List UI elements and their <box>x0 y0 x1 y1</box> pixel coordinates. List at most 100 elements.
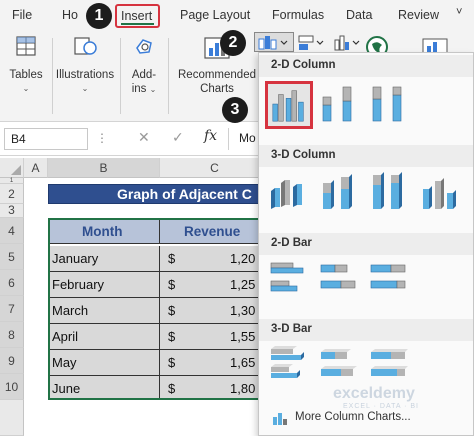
100-stacked-bar-icon <box>370 264 406 289</box>
tab-insert[interactable]: Insert <box>115 4 160 28</box>
addins-label-2-text: ins <box>131 83 147 95</box>
currency-symbol: $ <box>168 277 176 292</box>
insert-column-chart-button[interactable] <box>254 32 294 52</box>
tab-home[interactable]: Ho <box>62 8 78 22</box>
3d-stacked-column-option[interactable] <box>317 171 359 213</box>
revenue-cell[interactable]: $1,65 <box>160 350 268 376</box>
clustered-bar-icon <box>270 262 304 292</box>
section-3d-column: 3-D Column <box>259 145 473 167</box>
clustered-column-option[interactable] <box>265 81 313 129</box>
month-cell[interactable]: January <box>50 246 160 272</box>
addins-button[interactable]: Add- ins ⌄ <box>124 34 164 97</box>
title-text: Graph of Adjacent C <box>117 186 252 202</box>
addins-label: Add- <box>131 69 157 81</box>
month-cell[interactable]: February <box>50 272 160 298</box>
row-header-3[interactable]: 3 <box>0 204 24 218</box>
revenue-cell[interactable]: $1,25 <box>160 272 268 298</box>
row-header-10[interactable]: 10 <box>0 374 24 400</box>
month-cell[interactable]: April <box>50 324 160 350</box>
row-header-5[interactable]: 5 <box>0 244 24 270</box>
column-header-a[interactable]: A <box>24 158 48 178</box>
section-3d-bar: 3-D Bar <box>259 319 473 341</box>
title-cell[interactable]: Graph of Adjacent C <box>48 184 270 204</box>
header-month-cell[interactable]: Month <box>50 220 160 244</box>
stacked-column-option[interactable] <box>317 83 359 125</box>
header-revenue-cell[interactable]: Revenue <box>160 220 268 244</box>
row-header-8[interactable]: 8 <box>0 322 24 348</box>
tab-page-layout[interactable]: Page Layout <box>180 8 250 22</box>
step-badge-1: 1 <box>86 3 112 29</box>
month-cell-text: March <box>52 303 89 318</box>
column-chart-dropdown: 2-D Column 3-D Column 2-D Bar 3-D Bar ex… <box>258 52 474 436</box>
currency-symbol: $ <box>168 381 176 396</box>
tab-review[interactable]: Review <box>398 8 439 22</box>
tab-data[interactable]: Data <box>346 8 372 22</box>
3d-100-stacked-bar-icon <box>371 349 408 376</box>
revenue-cell-text: 1,20 <box>230 251 256 266</box>
tables-button[interactable]: Tables ⌄ <box>6 34 46 96</box>
row-header-7[interactable]: 7 <box>0 296 24 322</box>
table-icon <box>16 36 36 56</box>
tab-file[interactable]: File <box>12 8 32 22</box>
revenue-cell[interactable]: $1,20 <box>160 246 268 272</box>
row-header-4[interactable]: 4 <box>0 218 24 244</box>
stacked-bar-option[interactable] <box>317 257 359 299</box>
more-charts-icon <box>273 413 287 425</box>
ribbon-separator <box>52 38 53 114</box>
3d-100-stacked-column-icon <box>373 172 402 209</box>
enter-icon[interactable]: ✓ <box>172 129 184 146</box>
revenue-cell[interactable]: $1,80 <box>160 376 268 398</box>
addins-label-2: ins ⌄ <box>131 83 157 95</box>
select-all-icon <box>11 165 21 175</box>
select-all-corner[interactable] <box>0 158 24 178</box>
tab-formulas[interactable]: Formulas <box>272 8 324 22</box>
3d-stacked-bar-icon <box>321 349 357 376</box>
clustered-bar-option[interactable] <box>267 257 309 299</box>
row-header-9[interactable]: 9 <box>0 348 24 374</box>
watermark-logo: exceldemy <box>333 385 415 402</box>
revenue-cell[interactable]: $1,55 <box>160 324 268 350</box>
statistic-chart-icon[interactable] <box>332 34 366 52</box>
month-cell[interactable]: March <box>50 298 160 324</box>
illustrations-label: Illustrations <box>55 69 115 81</box>
revenue-cell-text: 1,55 <box>230 329 256 344</box>
3d-column-option[interactable] <box>417 171 459 213</box>
illustrations-button[interactable]: Illustrations ⌄ <box>54 34 116 96</box>
month-cell-text: January <box>52 251 99 266</box>
recommended-label: Recommended <box>178 69 256 81</box>
more-column-charts-link[interactable]: More Column Charts... <box>263 407 469 429</box>
currency-symbol: $ <box>168 251 176 266</box>
ribbon-chevron-icon[interactable]: ˅ <box>456 6 462 18</box>
column-header-c[interactable]: C <box>160 158 270 178</box>
column-chart-icon <box>258 36 288 50</box>
row-header-6[interactable]: 6 <box>0 270 24 296</box>
ribbon-separator <box>168 38 169 114</box>
month-cell-text: April <box>52 329 79 344</box>
3d-100-stacked-column-option[interactable] <box>367 171 409 213</box>
section-2d-bar: 2-D Bar <box>259 233 473 255</box>
100-stacked-column-option[interactable] <box>367 83 409 125</box>
header-revenue: Revenue <box>184 224 241 239</box>
column-header-b[interactable]: B <box>48 158 160 178</box>
illustrations-icon <box>74 37 97 55</box>
header-month: Month <box>82 224 123 239</box>
cancel-icon[interactable]: ✕ <box>138 129 150 146</box>
clustered-column-icon <box>272 90 304 122</box>
ribbon-tabs: File Ho Insert Page Layout Formulas Data… <box>0 0 474 30</box>
revenue-cell[interactable]: $1,30 <box>160 298 268 324</box>
hierarchy-chart-icon[interactable] <box>296 34 330 52</box>
month-cell[interactable]: May <box>50 350 160 376</box>
row-header-2[interactable]: 2 <box>0 184 24 204</box>
currency-symbol: $ <box>168 355 176 370</box>
100-stacked-bar-option[interactable] <box>367 257 409 299</box>
3d-stacked-bar-option[interactable] <box>317 343 359 385</box>
row-header-blank <box>0 400 24 436</box>
insert-function-icon[interactable]: fx <box>204 128 217 144</box>
3d-clustered-bar-option[interactable] <box>267 343 309 385</box>
name-box[interactable]: B4 <box>4 128 88 150</box>
ribbon-separator <box>120 38 121 114</box>
month-cell-text: February <box>52 277 105 292</box>
3d-clustered-column-option[interactable] <box>267 171 309 213</box>
3d-100-stacked-bar-option[interactable] <box>367 343 409 385</box>
month-cell[interactable]: June <box>50 376 160 398</box>
